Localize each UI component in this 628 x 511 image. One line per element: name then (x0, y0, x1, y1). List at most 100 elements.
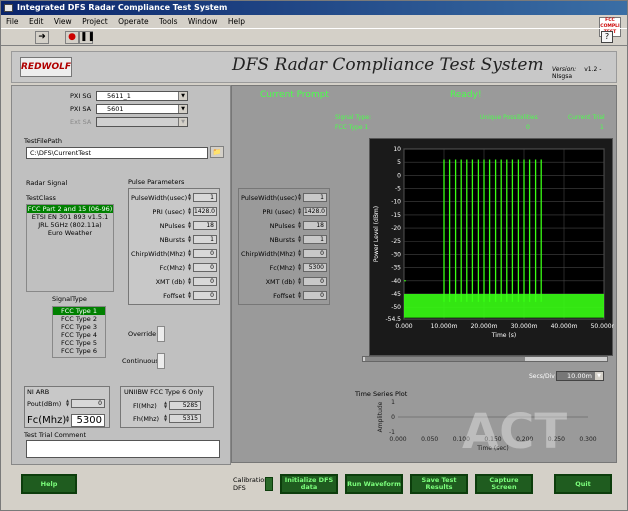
param-spinner-icon[interactable]: ▲ ▼ (297, 193, 302, 202)
y-tick-label: -15 (391, 212, 401, 219)
abort-icon[interactable]: ● (65, 31, 79, 44)
fh-input[interactable]: 5315 (169, 414, 201, 423)
y-tick-label: -35 (391, 265, 401, 272)
folder-browse-icon[interactable]: 📁 (210, 146, 224, 158)
param-value[interactable]: 18 (193, 221, 217, 230)
ext-sa-select[interactable]: ▼ (96, 117, 188, 127)
testclass-listbox[interactable]: FCC Part 2 and 15 (06-96) ETSI EN 301 89… (26, 204, 114, 292)
param-value[interactable]: 0 (193, 249, 217, 258)
menu-operate[interactable]: Operate (118, 17, 149, 26)
x-tick-label: 50.000m (591, 323, 614, 330)
signaltype-item[interactable]: FCC Type 2 (53, 315, 105, 323)
testclass-item[interactable]: JRL 5GHz (802.11a) (27, 221, 113, 229)
param-value[interactable]: 1428.0 (193, 207, 217, 216)
param-spinner-icon[interactable]: ▲ ▼ (187, 291, 192, 300)
param-spinner-icon[interactable]: ▲ ▼ (297, 235, 302, 244)
fc-input[interactable]: 5300 (71, 414, 105, 427)
param-value[interactable]: 1428.0 (303, 207, 327, 216)
plot-scrollbar[interactable] (362, 356, 608, 362)
fc-spinner-icon[interactable]: ▲ ▼ (65, 415, 70, 427)
signaltype-item[interactable]: FCC Type 1 (53, 307, 105, 315)
param-label: Fc(Mhz) (159, 264, 185, 272)
testfile-path-input[interactable]: C:\DFS\CurrentTest (26, 147, 208, 159)
param-spinner-icon[interactable]: ▲ ▼ (297, 263, 302, 272)
initialize-dfs-button[interactable]: Initialize DFS data (280, 474, 338, 494)
signaltype-item[interactable]: FCC Type 5 (53, 339, 105, 347)
param-value[interactable]: 1 (303, 235, 327, 244)
save-results-button[interactable]: Save Test Results (410, 474, 468, 494)
menu-edit[interactable]: Edit (29, 17, 44, 26)
param-spinner-icon[interactable]: ▲ ▼ (187, 235, 192, 244)
current-trial-value: 1 (600, 124, 604, 131)
menu-tools[interactable]: Tools (159, 17, 177, 26)
param-value[interactable]: 0 (303, 277, 327, 286)
testclass-item[interactable]: Euro Weather (27, 229, 113, 237)
fh-spinner-icon[interactable]: ▲ ▼ (163, 414, 168, 423)
capture-screen-button[interactable]: Capture Screen (475, 474, 533, 494)
override-toggle[interactable] (157, 326, 165, 342)
param-spinner-icon[interactable]: ▲ ▼ (187, 263, 192, 272)
y-axis-label: Power Level (dBm) (373, 206, 380, 262)
run-arrow-icon[interactable]: ➜ (35, 31, 49, 44)
menu-project[interactable]: Project (82, 17, 108, 26)
menu-file[interactable]: File (6, 17, 19, 26)
signaltype-listbox[interactable]: FCC Type 1 FCC Type 2 FCC Type 3 FCC Typ… (52, 306, 106, 358)
x-tick-label: 0.000 (395, 323, 412, 330)
pout-input[interactable]: 0 (71, 399, 105, 408)
menu-window[interactable]: Window (188, 17, 218, 26)
fl-input[interactable]: 5285 (169, 401, 201, 410)
run-waveform-button[interactable]: Run Waveform (345, 474, 403, 494)
param-value[interactable]: 0 (193, 291, 217, 300)
param-value[interactable]: 0 (303, 291, 327, 300)
help-button[interactable]: Help (21, 474, 77, 494)
param-value[interactable]: 0 (193, 263, 217, 272)
param-value[interactable]: 1 (193, 235, 217, 244)
signaltype-item[interactable]: FCC Type 4 (53, 331, 105, 339)
y-tick-label: 0 (397, 172, 401, 179)
param-value[interactable]: 0 (193, 277, 217, 286)
unii-label: UNIIBW FCC Type 6 Only (124, 388, 204, 396)
app-header: REDWOLF DFS Radar Compliance Test System… (11, 51, 617, 83)
menu-view[interactable]: View (54, 17, 72, 26)
ni-arb-box: NI ARB Pout(dBm) ▲ ▼ 0 Fc(Mhz) ▲ ▼ 5300 (24, 386, 110, 428)
quit-button[interactable]: Quit (554, 474, 612, 494)
menu-help[interactable]: Help (228, 17, 245, 26)
testclass-item[interactable]: ETSI EN 301 893 v1.5.1 (27, 213, 113, 221)
param-spinner-icon[interactable]: ▲ ▼ (187, 221, 192, 230)
param-value[interactable]: 5300 (303, 263, 327, 272)
pxi-sa-select[interactable]: 5601 ▼ (96, 104, 188, 114)
signaltype-item[interactable]: FCC Type 3 (53, 323, 105, 331)
continuous-toggle[interactable] (157, 353, 165, 369)
testclass-item[interactable]: FCC Part 2 and 15 (06-96) (27, 205, 113, 213)
comment-input[interactable] (26, 440, 220, 458)
signaltype-item[interactable]: FCC Type 6 (53, 347, 105, 355)
param-spinner-icon[interactable]: ▲ ▼ (187, 277, 192, 286)
pause-icon[interactable]: ❚❚ (79, 31, 95, 44)
param-value[interactable]: 1 (193, 193, 217, 202)
chevron-down-icon: ▼ (178, 105, 187, 113)
param-value[interactable]: 18 (303, 221, 327, 230)
param-spinner-icon[interactable]: ▲ ▼ (187, 193, 192, 202)
context-help-icon[interactable]: ? (601, 31, 613, 43)
param-spinner-icon[interactable]: ▲ ▼ (187, 207, 192, 216)
param-spinner-icon[interactable]: ▲ ▼ (297, 221, 302, 230)
param-value[interactable]: 0 (303, 249, 327, 258)
mini-y-tick-label: 0 (391, 414, 395, 421)
mini-x-tick-label: 0.000 (389, 436, 406, 443)
y-tick-label: 5 (397, 159, 401, 166)
calibration-toggle[interactable] (265, 477, 273, 491)
pxi-sg-select[interactable]: 5611_1 ▼ (96, 91, 188, 101)
param-spinner-icon[interactable]: ▲ ▼ (187, 249, 192, 258)
param-spinner-icon[interactable]: ▲ ▼ (297, 291, 302, 300)
mini-x-tick-label: 0.050 (421, 436, 438, 443)
app-title: DFS Radar Compliance Test System (232, 55, 544, 75)
param-label: ChirpWidth(Mhz) (131, 250, 186, 258)
fl-spinner-icon[interactable]: ▲ ▼ (163, 401, 168, 410)
param-spinner-icon[interactable]: ▲ ▼ (297, 277, 302, 286)
secs-div-select[interactable]: 10.00m ▼ (556, 371, 604, 381)
param-spinner-icon[interactable]: ▲ ▼ (297, 249, 302, 258)
param-value[interactable]: 1 (303, 193, 327, 202)
pout-spinner-icon[interactable]: ▲ ▼ (65, 399, 70, 408)
plot-scrollbar-thumb[interactable] (365, 357, 525, 361)
param-spinner-icon[interactable]: ▲ ▼ (297, 207, 302, 216)
